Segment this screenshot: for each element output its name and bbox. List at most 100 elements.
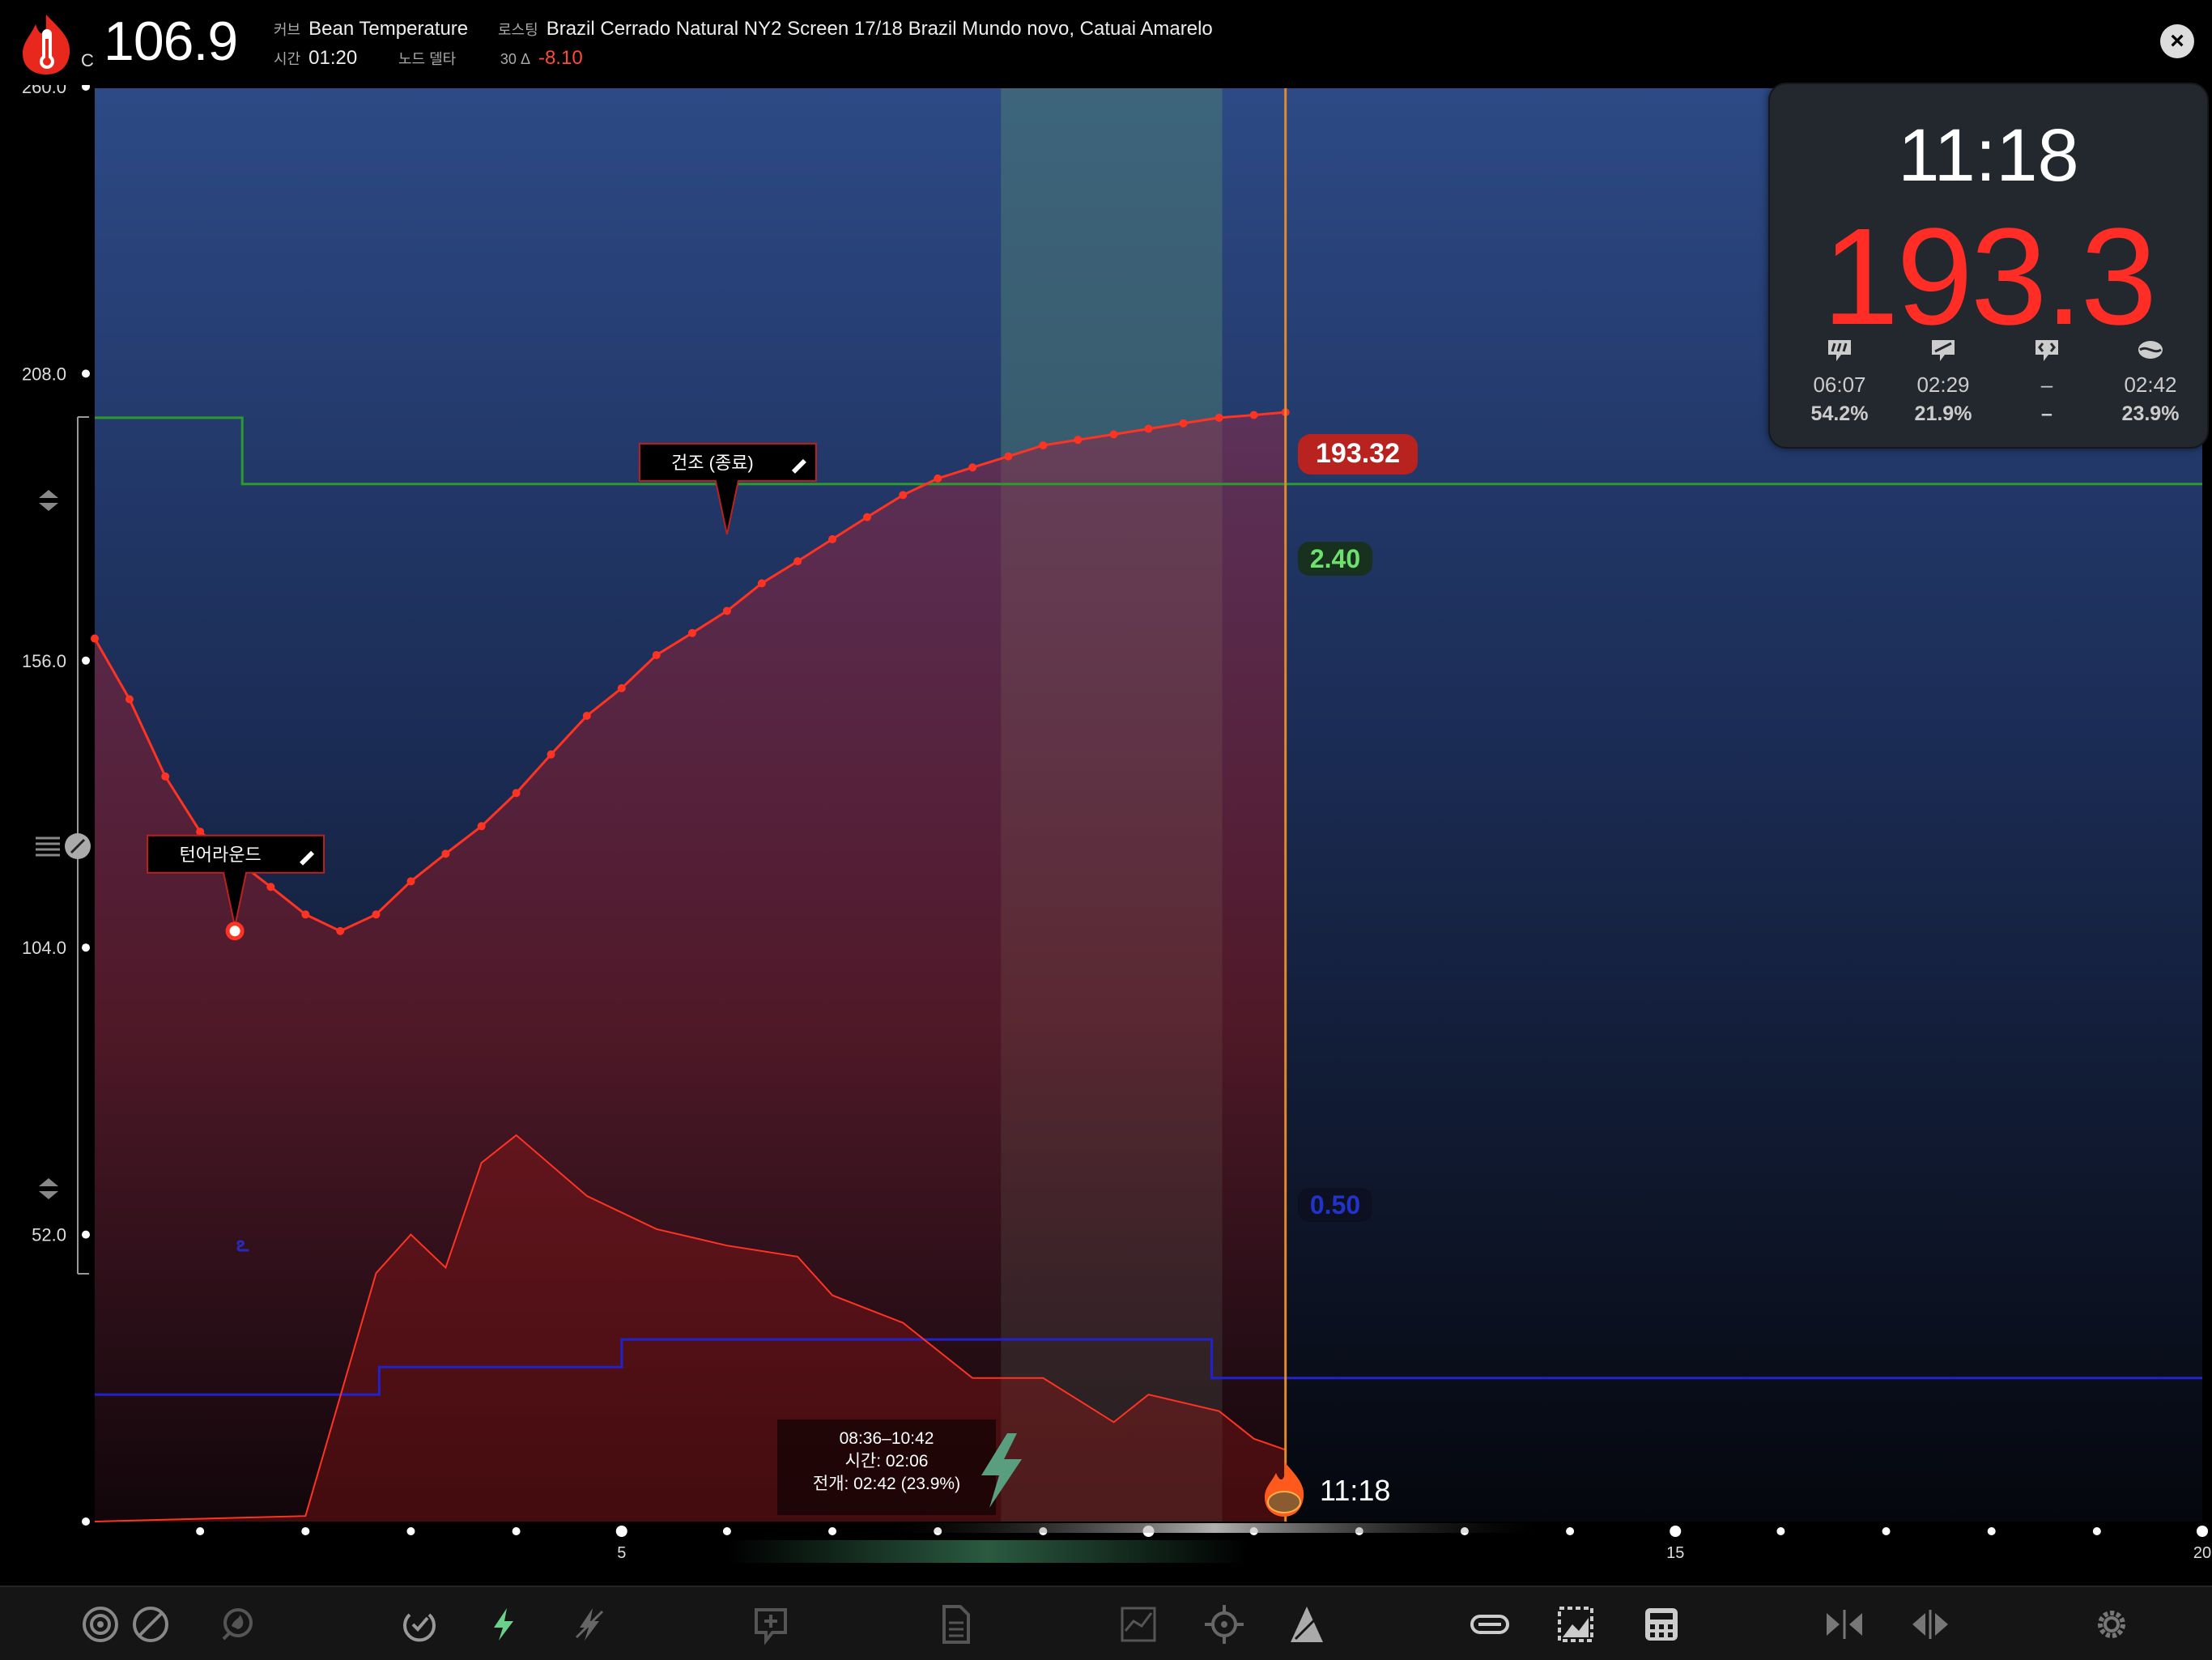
bean-temp-point [862,513,871,521]
scale-up-handle-icon[interactable] [39,490,58,511]
x-tick-dot [1882,1527,1891,1535]
curve-info: 커브 Bean Temperature [274,18,469,40]
close-button[interactable]: × [2160,24,2194,58]
no-entry-icon[interactable] [128,1602,173,1647]
svg-text:2.40: 2.40 [1310,544,1360,573]
bean-temp-point [934,474,942,483]
bean-temp-point [899,491,908,500]
drying-phase-stat: 06:07 54.2% [1788,335,1891,426]
crosshair-icon[interactable] [1202,1602,1247,1647]
bean-temp-point [196,828,205,836]
bean-temp-point [617,683,626,692]
y-tick-dot [82,83,90,91]
x-tick-dot [1987,1527,1996,1535]
bean-temp-point [1179,419,1188,428]
calculator-icon[interactable] [1639,1602,1684,1647]
y-tick-label: 156.0 [22,651,66,671]
y-tick-label: 208.0 [22,364,66,384]
curve-icon[interactable] [1116,1602,1161,1647]
charge-off-icon[interactable] [567,1602,612,1647]
scale-down-handle-icon[interactable] [39,1178,58,1199]
x-tick-dot [2092,1527,2101,1535]
first-crack-icon [1932,340,1955,361]
burner-value-badge: 0.50 [1298,1188,1372,1222]
bean-temp-point [1109,430,1118,439]
current-value-badge: 193.32 [1298,434,1418,475]
flame-thermometer-icon[interactable] [18,13,74,76]
turnaround-marker [225,922,245,941]
timeline-scrubber[interactable] [891,1523,1538,1533]
bean-temp-point [793,557,802,566]
drying-phase-icon [1828,340,1851,361]
temperature-unit: C [81,50,94,70]
y-tick-dot [82,656,90,665]
charge-icon[interactable] [481,1602,526,1647]
bean-temp-point [266,883,275,892]
x-tick-dot [828,1527,837,1535]
x-tick-dot [301,1527,310,1535]
second-crack-icon [2035,340,2058,361]
bean-temp-point [512,789,521,798]
bean-temp-point [336,926,345,935]
bean-temp-point [1004,452,1013,461]
svg-text:193.32: 193.32 [1316,438,1400,469]
bean-temp-point [757,579,766,588]
bean-temp-point [652,650,661,659]
bean-temp-point [301,910,310,919]
svg-text:시간: 02:06: 시간: 02:06 [845,1452,929,1471]
development-stat: 02:42 23.9% [2099,335,2202,426]
x-tick-dot [196,1527,205,1535]
axis-menu-icon[interactable] [36,833,91,859]
svg-text:0.50: 0.50 [1310,1190,1360,1219]
document-icon[interactable] [933,1602,978,1647]
x-tick-label: 5 [617,1544,626,1562]
expand-icon[interactable] [1908,1602,1953,1647]
bean-temp-point [968,463,977,472]
bean-temp-point [477,822,486,831]
live-temperature: 193.3 [1822,200,2157,354]
y-tick-dot [82,1517,90,1526]
bean-temp-point [828,534,837,543]
collapse-icon[interactable] [1822,1602,1867,1647]
x-tick-dot [615,1526,627,1537]
svg-text:전개: 02:42 (23.9%): 전개: 02:42 (23.9%) [813,1475,960,1493]
second-crack-stat: – – [1995,335,2099,426]
screenshot-icon[interactable] [1553,1602,1598,1647]
live-readout-panel: 11:18 193.3 06:07 54.2% 02:29 21.9% – – … [1768,83,2209,449]
y-tick-dot [82,1230,90,1239]
bean-temp-point [687,628,696,637]
settings-icon[interactable] [2089,1602,2134,1647]
y-tick-label: 52.0 [32,1225,66,1245]
bean-temp-point [1214,413,1223,422]
y-tick-dot [82,943,90,952]
bean-temp-point [441,849,450,858]
roast-profile-icon[interactable] [214,1602,259,1647]
burner-icon: ఽ [236,1232,249,1256]
x-tick-label: 20 [2193,1544,2211,1562]
elapsed-time: 11:18 [1898,114,2079,197]
power-icon[interactable] [397,1602,442,1647]
current-temperature: 106.9 [104,11,238,72]
event-label: 턴어라운드 [179,845,261,865]
bean-temp-point [582,711,591,720]
target-icon[interactable] [78,1602,123,1647]
bean-temp-point [547,750,555,759]
y-tick-dot [82,369,90,378]
add-note-icon[interactable] [748,1602,793,1647]
roast-info: 로스팅 Brazil Cerrado Natural NY2 Screen 17/… [498,18,1213,40]
current-time-label: 11:18 [1320,1474,1390,1507]
bottom-toolbar [0,1586,2212,1660]
bean-temp-point [722,607,731,615]
time-info: 시간 01:20 [274,47,358,69]
pill-icon[interactable] [1467,1602,1512,1647]
zoom-icon[interactable] [1284,1602,1329,1647]
x-tick-dot [1566,1527,1575,1535]
timeline-track[interactable] [729,1540,1247,1563]
bean-temp-point [1249,411,1258,419]
development-icon [2138,341,2163,359]
y-tick-label: 104.0 [22,938,66,958]
bean-temp-point [1039,441,1048,449]
bean-temp-point [1074,436,1083,445]
x-tick-label: 15 [1666,1544,1684,1562]
bean-temp-point [372,910,381,919]
